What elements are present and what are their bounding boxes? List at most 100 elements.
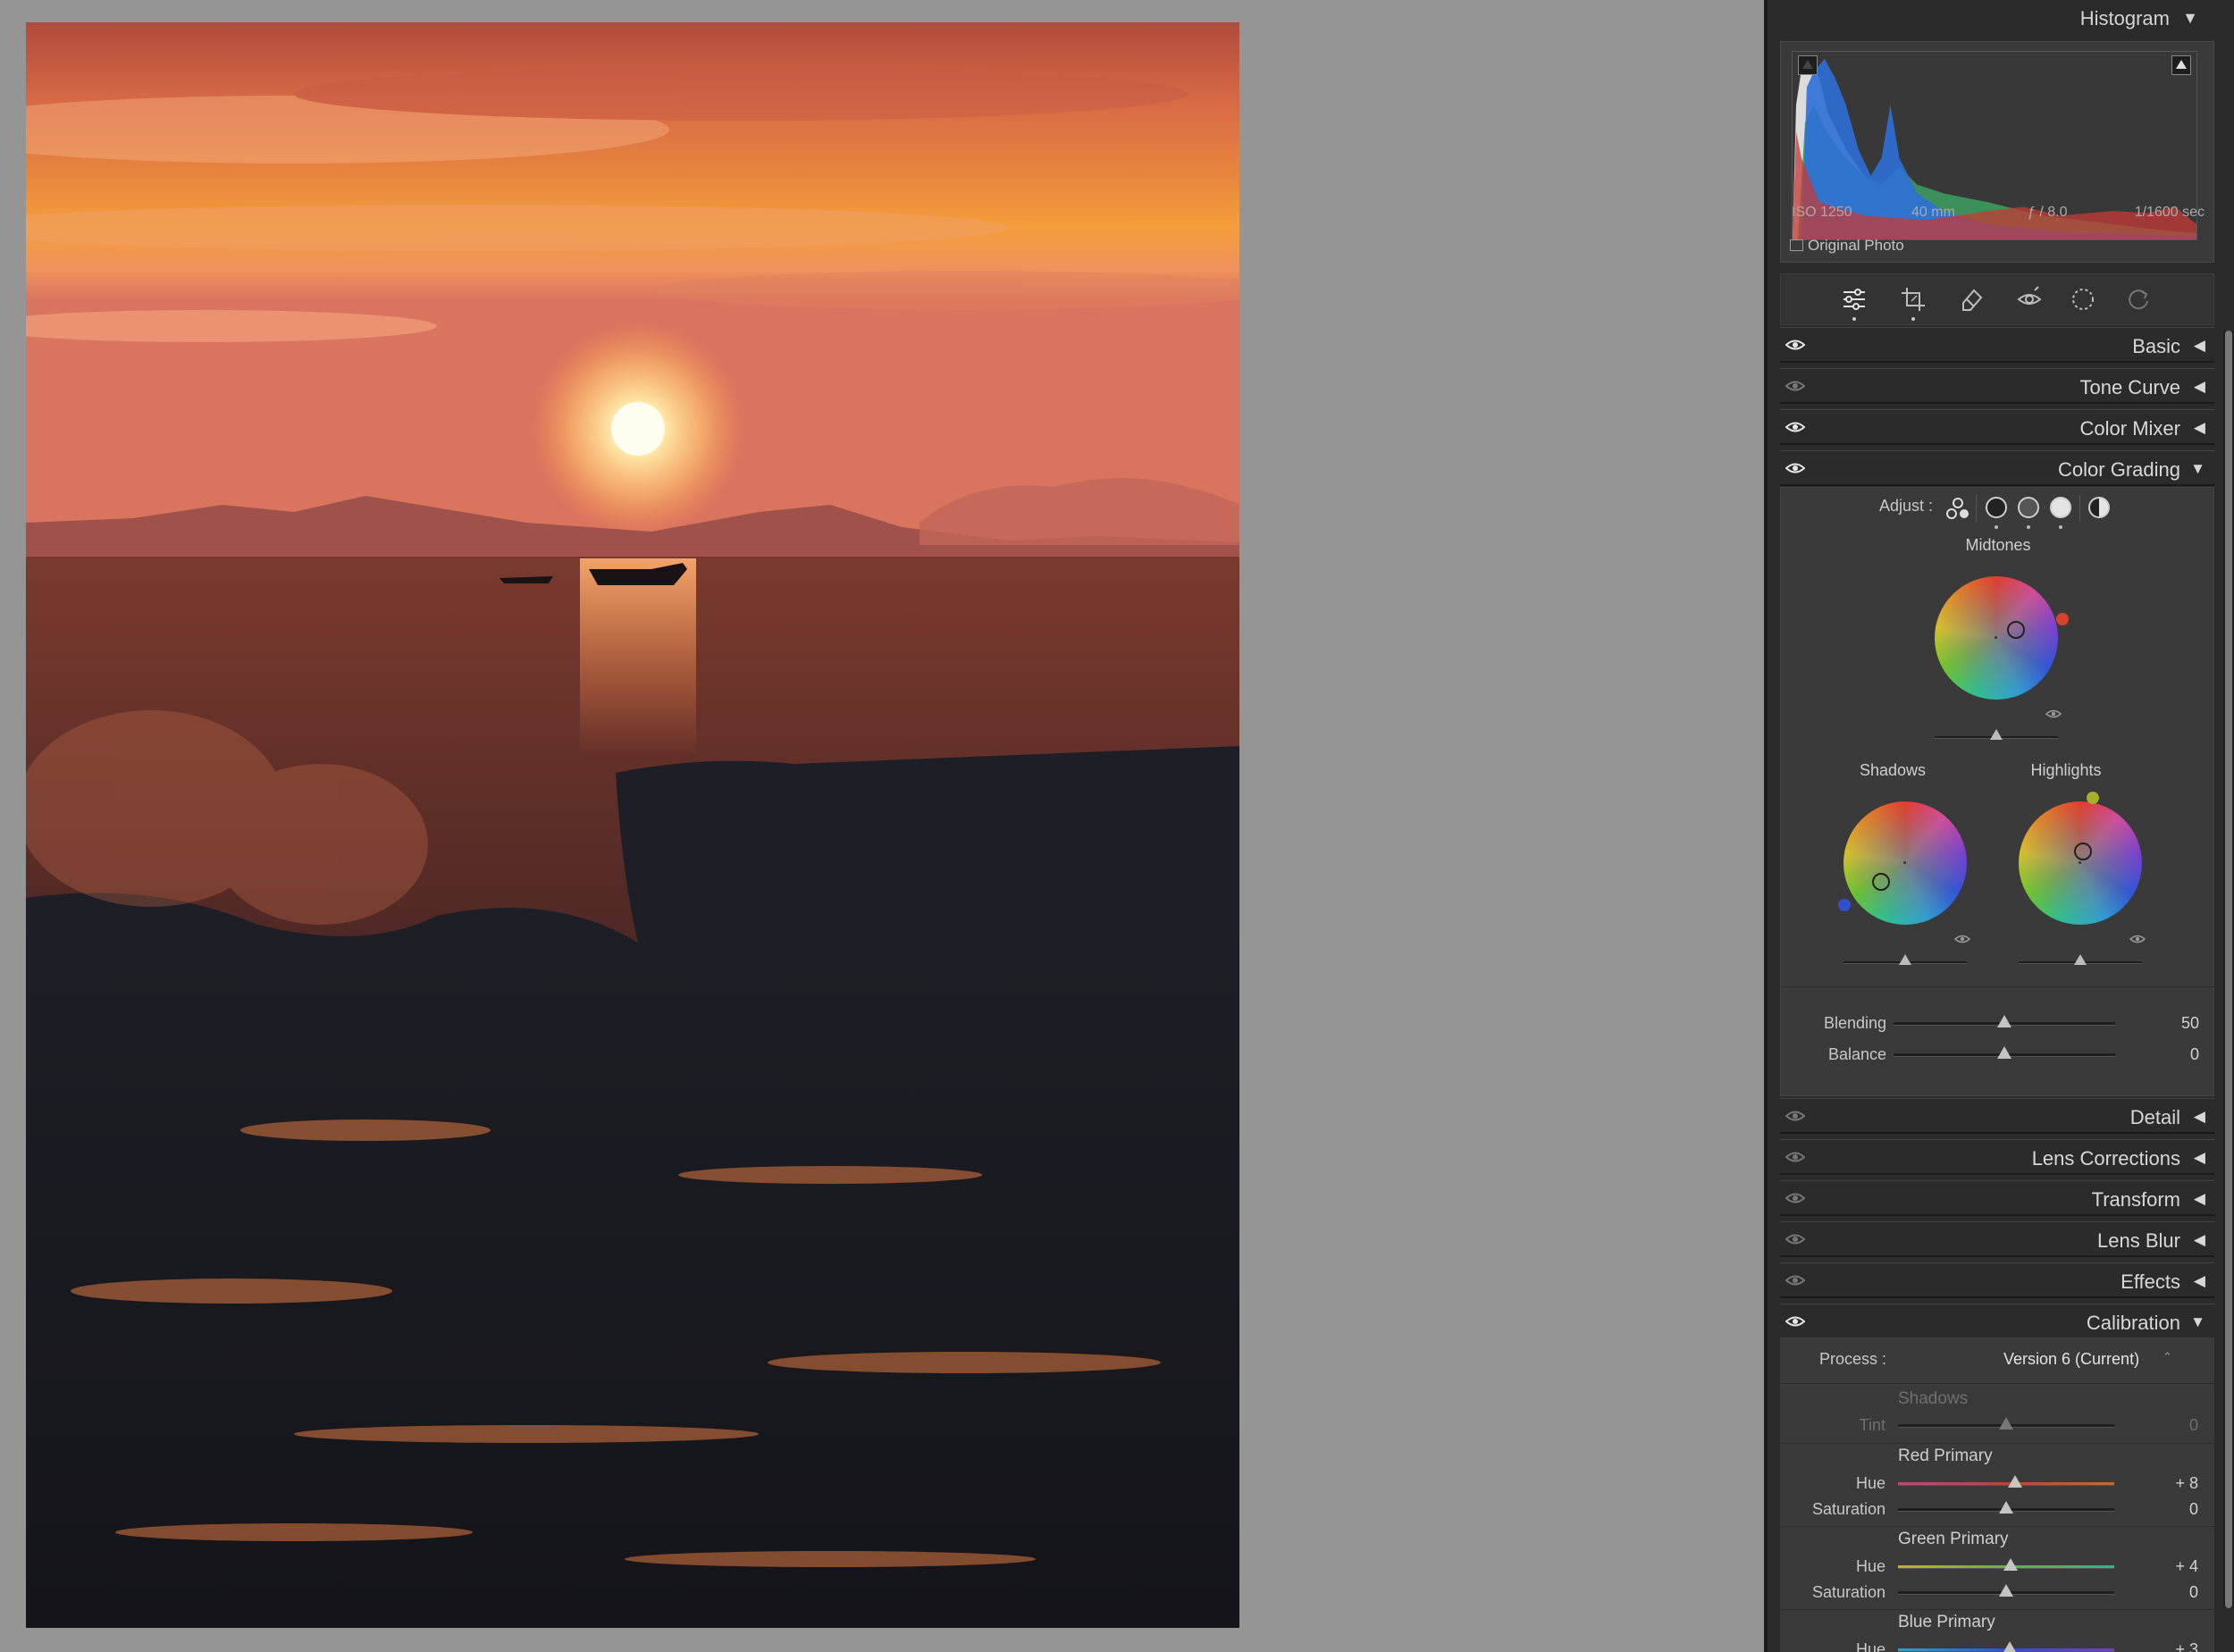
green-saturation-row[interactable]: Saturation 0: [1780, 1581, 2214, 1607]
masking-icon[interactable]: [2065, 281, 2101, 317]
photo-canvas[interactable]: [0, 0, 1764, 1652]
three-way-icon[interactable]: [1945, 497, 1970, 520]
blending-value[interactable]: 50: [2181, 1014, 2199, 1033]
tint-slider[interactable]: [1898, 1417, 2114, 1430]
shadows-color-wheel[interactable]: [1843, 801, 1967, 925]
histogram-header[interactable]: Histogram ▼: [1768, 0, 2223, 39]
eye-icon[interactable]: [1785, 420, 1805, 434]
balance-value[interactable]: 0: [2190, 1045, 2199, 1064]
green-hue-slider[interactable]: [1898, 1558, 2114, 1571]
original-photo-checkbox[interactable]: [1790, 239, 1803, 251]
eye-icon[interactable]: [1785, 1150, 1805, 1164]
section-calibration[interactable]: Calibration ▼: [1780, 1304, 2214, 1339]
red-hue-row[interactable]: Hue + 8: [1780, 1472, 2214, 1498]
collapse-arrow-icon[interactable]: ◀: [2194, 1231, 2205, 1249]
collapse-arrow-icon[interactable]: ◀: [2194, 1149, 2205, 1167]
eye-icon[interactable]: [2129, 934, 2146, 944]
shadow-clipping-toggle[interactable]: [1798, 55, 1818, 75]
slider-thumb[interactable]: [1999, 1501, 2013, 1514]
expand-arrow-icon[interactable]: ▼: [2190, 1313, 2205, 1331]
blue-hue-row[interactable]: Hue + 3: [1780, 1638, 2214, 1652]
midtones-luminance-slider[interactable]: [1935, 729, 2058, 740]
shadows-luminance-slider[interactable]: [1843, 954, 1967, 965]
process-version-row[interactable]: Process : Version 6 (Current) ⌃: [1780, 1338, 2214, 1384]
green-saturation-value[interactable]: 0: [2189, 1583, 2198, 1602]
balance-slider-row[interactable]: Balance 0: [1781, 1043, 2215, 1069]
red-saturation-value[interactable]: 0: [2189, 1500, 2198, 1519]
panel-scrollbar[interactable]: [2223, 331, 2234, 1608]
presets-icon[interactable]: [2121, 281, 2156, 317]
slider-thumb[interactable]: [2074, 954, 2087, 965]
red-saturation-row[interactable]: Saturation 0: [1780, 1497, 2214, 1524]
dropdown-chevron-icon[interactable]: ⌃: [2163, 1350, 2172, 1364]
collapse-arrow-icon[interactable]: ◀: [2194, 1272, 2205, 1290]
global-mode-icon[interactable]: [2088, 497, 2110, 518]
process-version-dropdown[interactable]: Version 6 (Current): [2003, 1350, 2139, 1369]
slider-thumb[interactable]: [2003, 1558, 2018, 1571]
section-color-grading[interactable]: Color Grading ▼: [1780, 450, 2214, 486]
expand-arrow-icon[interactable]: ▼: [2190, 460, 2205, 478]
eye-icon[interactable]: [2045, 709, 2062, 719]
slider-thumb[interactable]: [1997, 1046, 2011, 1059]
eye-icon[interactable]: [1785, 461, 1805, 475]
eye-icon[interactable]: [1954, 934, 1970, 944]
eye-icon[interactable]: [1785, 1232, 1805, 1246]
shadows-hue-marker[interactable]: [1838, 899, 1851, 911]
collapse-arrow-icon[interactable]: ◀: [2194, 419, 2205, 437]
collapse-arrow-icon[interactable]: ◀: [2194, 337, 2205, 355]
crop-icon[interactable]: [1895, 281, 1931, 321]
midtones-mode-icon[interactable]: [2018, 497, 2039, 518]
red-saturation-slider[interactable]: [1898, 1501, 2114, 1514]
slider-thumb[interactable]: [1990, 729, 2003, 740]
shadows-wheel-handle[interactable]: [1872, 873, 1890, 891]
midtones-color-wheel[interactable]: [1935, 576, 2058, 700]
highlights-color-wheel[interactable]: [2019, 801, 2142, 925]
blending-slider-row[interactable]: Blending 50: [1781, 1011, 2215, 1038]
section-detail[interactable]: Detail ◀: [1780, 1098, 2214, 1134]
original-photo-toggle[interactable]: Original Photo: [1790, 237, 1904, 255]
tint-value[interactable]: 0: [2189, 1416, 2198, 1435]
slider-thumb[interactable]: [2007, 1475, 2022, 1488]
blue-hue-value[interactable]: + 3: [2175, 1640, 2198, 1652]
section-basic[interactable]: Basic ◀: [1780, 327, 2214, 363]
calib-tint-row[interactable]: Tint 0: [1780, 1413, 2214, 1440]
healing-icon[interactable]: [1954, 281, 1990, 317]
section-transform[interactable]: Transform ◀: [1780, 1180, 2214, 1216]
highlights-hue-marker[interactable]: [2087, 792, 2099, 804]
edit-sliders-icon[interactable]: [1836, 281, 1872, 321]
green-saturation-slider[interactable]: [1898, 1584, 2114, 1597]
collapse-arrow-icon[interactable]: ◀: [2194, 1190, 2205, 1208]
highlights-wheel-handle[interactable]: [2074, 843, 2092, 860]
scrollbar-thumb[interactable]: [2225, 331, 2232, 1608]
eye-icon[interactable]: [1785, 379, 1805, 393]
photo-preview[interactable]: [26, 22, 1239, 1628]
eye-icon[interactable]: [1785, 338, 1805, 352]
section-lens-blur[interactable]: Lens Blur ◀: [1780, 1221, 2214, 1257]
eye-icon[interactable]: [1785, 1191, 1805, 1205]
slider-thumb[interactable]: [1999, 1584, 2013, 1597]
highlight-clipping-toggle[interactable]: [2171, 55, 2191, 75]
section-effects[interactable]: Effects ◀: [1780, 1262, 2214, 1298]
eye-icon[interactable]: [1785, 1314, 1805, 1329]
blue-hue-slider[interactable]: [1898, 1641, 2114, 1652]
red-hue-value[interactable]: + 8: [2175, 1474, 2198, 1493]
collapse-arrow-icon[interactable]: ◀: [2194, 378, 2205, 396]
eye-icon[interactable]: [1785, 1109, 1805, 1123]
shadows-mode-icon[interactable]: [1986, 497, 2007, 518]
green-hue-value[interactable]: + 4: [2175, 1557, 2198, 1576]
slider-thumb[interactable]: [1999, 1417, 2013, 1430]
slider-thumb[interactable]: [2002, 1641, 2017, 1652]
section-color-mixer[interactable]: Color Mixer ◀: [1780, 409, 2214, 445]
midtones-wheel-handle[interactable]: [2007, 621, 2025, 639]
red-eye-icon[interactable]: [2011, 281, 2047, 317]
green-hue-row[interactable]: Hue + 4: [1780, 1555, 2214, 1581]
midtones-hue-marker[interactable]: [2056, 613, 2069, 625]
balance-slider[interactable]: [1894, 1046, 2115, 1059]
histogram-collapse-arrow[interactable]: ▼: [2182, 9, 2198, 28]
blending-slider[interactable]: [1894, 1015, 2115, 1027]
highlights-mode-icon[interactable]: [2050, 497, 2071, 518]
slider-thumb[interactable]: [1997, 1015, 2011, 1027]
section-lens-corrections[interactable]: Lens Corrections ◀: [1780, 1139, 2214, 1175]
collapse-arrow-icon[interactable]: ◀: [2194, 1108, 2205, 1126]
highlights-luminance-slider[interactable]: [2019, 954, 2142, 965]
